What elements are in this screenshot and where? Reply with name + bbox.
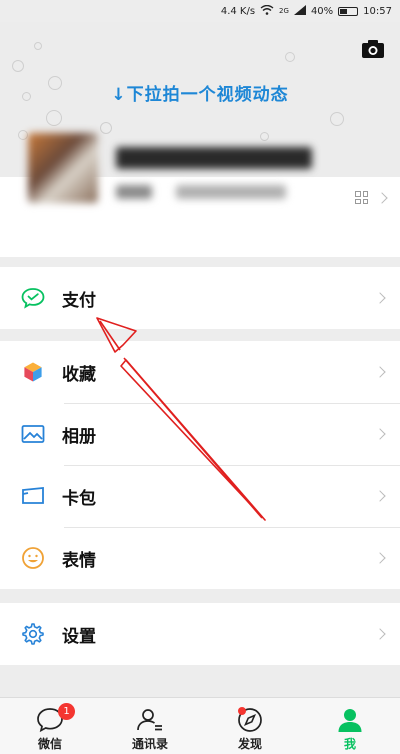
profile-card[interactable] <box>0 133 400 257</box>
favorites-label: 收藏 <box>62 364 96 385</box>
menu-item-settings[interactable]: 设置 <box>0 603 400 665</box>
settings-label: 设置 <box>62 626 96 647</box>
menu-item-album[interactable]: 相册 <box>0 403 400 465</box>
settings-group: 设置 <box>0 603 400 665</box>
pay-group: 支付 <box>0 267 400 329</box>
network-speed: 4.4 K/s <box>220 5 256 17</box>
tab-discover-label: 发现 <box>237 737 262 751</box>
album-picture-icon <box>20 421 46 447</box>
menu-item-pay[interactable]: 支付 <box>0 267 400 329</box>
chevron-right-icon <box>374 366 386 378</box>
smiley-icon <box>20 545 46 571</box>
bubble-decoration <box>12 60 24 72</box>
pay-label: 支付 <box>62 290 96 311</box>
stickers-label: 表情 <box>62 550 96 571</box>
nickname <box>116 147 312 169</box>
menu-item-favorites[interactable]: 收藏 <box>0 341 400 403</box>
bubble-decoration <box>330 112 344 126</box>
battery-percent: 40% <box>310 5 334 17</box>
chevron-right-icon <box>374 628 386 640</box>
bubble-decoration <box>260 132 269 141</box>
tab-chats[interactable]: 微信 1 <box>0 698 100 754</box>
features-group: 收藏 相册 卡包 表情 <box>0 341 400 589</box>
tab-me-label: 我 <box>343 737 356 751</box>
chevron-right-icon <box>374 292 386 304</box>
tab-contacts-label: 通讯录 <box>131 737 168 751</box>
album-label: 相册 <box>62 426 96 447</box>
tab-me[interactable]: 我 <box>300 698 400 754</box>
card-wallet-icon <box>20 483 46 509</box>
bubble-decoration <box>18 130 28 140</box>
chevron-right-icon <box>374 552 386 564</box>
unread-badge: 1 <box>58 703 75 720</box>
clock: 10:57 <box>363 5 392 17</box>
menu-item-cards[interactable]: 卡包 <box>0 465 400 527</box>
bubble-decoration <box>285 52 295 62</box>
signal-icon <box>293 4 306 18</box>
network-type: 2G <box>279 7 289 15</box>
pay-icon <box>20 285 46 311</box>
tab-contacts[interactable]: 通讯录 <box>100 698 200 754</box>
bubble-decoration <box>100 122 112 134</box>
avatar <box>28 133 98 203</box>
new-activity-dot <box>238 707 246 715</box>
contacts-icon <box>137 709 162 731</box>
chevron-right-icon <box>376 191 388 204</box>
pull-down-hint: ↓下拉拍一个视频动态 <box>111 85 289 105</box>
chevron-right-icon <box>374 428 386 440</box>
gear-icon <box>20 621 46 647</box>
bottom-tab-bar: 微信 1 通讯录 发现 我 <box>0 697 400 754</box>
favorites-cube-icon <box>20 359 46 385</box>
tab-chats-label: 微信 <box>37 737 62 751</box>
qr-code-icon[interactable] <box>355 191 368 204</box>
wechat-id <box>176 185 286 199</box>
chevron-right-icon <box>374 490 386 502</box>
battery-icon <box>338 6 359 16</box>
status-bar: 4.4 K/s 2G 40% 10:57 <box>0 0 400 22</box>
tab-discover[interactable]: 发现 <box>200 698 300 754</box>
bubble-decoration <box>34 42 42 50</box>
cards-label: 卡包 <box>62 488 96 509</box>
wifi-icon <box>260 4 274 18</box>
bubble-decoration <box>46 110 62 126</box>
wechat-id <box>116 185 152 199</box>
person-icon <box>338 709 362 732</box>
menu-item-stickers[interactable]: 表情 <box>0 527 400 589</box>
camera-icon[interactable] <box>362 40 384 58</box>
